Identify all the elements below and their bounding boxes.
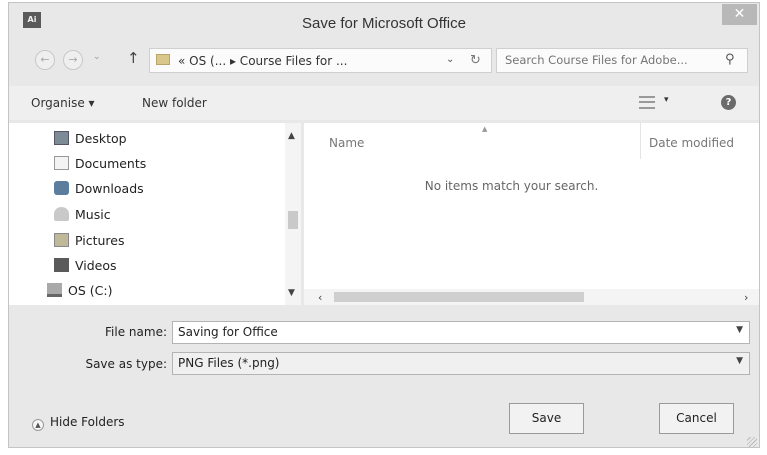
file-list: Name ▲ Date modified No items match your…	[304, 123, 759, 305]
address-bar[interactable]: « OS (... ▸ Course Files for ... ⌄ ↻	[149, 48, 492, 73]
save-as-type-select[interactable]: PNG Files (*.png) ▼	[172, 352, 750, 375]
nav-item-label: Pictures	[75, 233, 125, 248]
collapse-icon: ▲	[32, 419, 44, 431]
file-name-dropdown-icon[interactable]: ▼	[736, 325, 743, 335]
nav-item-videos[interactable]: Videos	[54, 258, 117, 278]
scroll-up-icon[interactable]: ▲	[288, 131, 295, 141]
nav-item-label: Videos	[75, 258, 117, 273]
back-button[interactable]: ←	[35, 50, 55, 70]
nav-item-os-drive[interactable]: OS (C:)	[47, 283, 112, 303]
save-as-type-label: Save as type:	[85, 357, 167, 371]
horizontal-scrollbar[interactable]: ‹ ›	[304, 289, 759, 305]
cancel-button[interactable]: Cancel	[659, 403, 734, 434]
column-header-name[interactable]: Name	[329, 136, 364, 150]
nav-item-music[interactable]: Music	[54, 207, 111, 227]
search-icon[interactable]: ⚲	[725, 52, 735, 67]
hide-folders-label: Hide Folders	[50, 415, 125, 429]
column-divider[interactable]	[640, 123, 641, 159]
folder-icon	[156, 54, 170, 65]
address-path[interactable]: « OS (... ▸ Course Files for ...	[178, 54, 347, 68]
nav-item-label: Music	[75, 207, 111, 222]
nav-item-documents[interactable]: Documents	[54, 156, 146, 176]
view-dropdown-icon[interactable]: ▾	[664, 95, 669, 105]
music-icon	[54, 207, 69, 221]
save-as-type-value[interactable]: PNG Files (*.png)	[178, 356, 280, 370]
recent-locations-icon[interactable]: ⌄	[93, 52, 101, 62]
nav-item-label: Downloads	[75, 181, 144, 196]
search-input[interactable]	[505, 53, 717, 67]
pictures-icon	[54, 233, 69, 247]
help-icon[interactable]: ?	[721, 95, 736, 110]
file-name-label: File name:	[105, 325, 167, 339]
nav-item-label: Documents	[75, 156, 147, 171]
desktop-icon	[54, 131, 69, 145]
title-bar: Ai Save for Microsoft Office ✕	[9, 3, 759, 43]
dialog-title: Save for Microsoft Office	[302, 15, 466, 32]
nav-item-pictures[interactable]: Pictures	[54, 233, 125, 253]
up-button[interactable]: ↑	[127, 49, 140, 67]
search-box[interactable]: ⚲	[496, 48, 748, 73]
nav-item-desktop[interactable]: Desktop	[54, 131, 127, 151]
file-name-value[interactable]: Saving for Office	[178, 325, 278, 339]
resize-grip-icon[interactable]	[747, 437, 757, 447]
new-folder-button[interactable]: New folder	[142, 96, 207, 110]
save-button[interactable]: Save	[509, 403, 584, 434]
nav-item-label: OS (C:)	[68, 283, 113, 298]
close-button[interactable]: ✕	[722, 4, 757, 25]
column-header-date-modified[interactable]: Date modified	[649, 136, 734, 150]
navigation-scrollbar[interactable]: ▲ ▼	[285, 123, 301, 305]
drive-icon	[47, 283, 62, 297]
address-dropdown-icon[interactable]: ⌄	[446, 54, 454, 65]
scrollbar-thumb[interactable]	[288, 211, 298, 229]
scroll-left-icon[interactable]: ‹	[318, 291, 322, 304]
file-name-field[interactable]: Saving for Office ▼	[172, 321, 750, 344]
refresh-button[interactable]: ↻	[470, 53, 481, 68]
nav-item-label: Desktop	[75, 131, 127, 146]
save-dialog: Ai Save for Microsoft Office ✕ ← → ⌄ ↑ «…	[8, 2, 760, 448]
scroll-right-icon[interactable]: ›	[744, 291, 748, 304]
save-as-type-dropdown-icon[interactable]: ▼	[736, 356, 743, 366]
downloads-icon	[54, 181, 69, 195]
command-bar: Organise ▾ New folder ▾ ?	[9, 86, 759, 120]
view-options-icon[interactable]	[639, 96, 655, 109]
scroll-down-icon[interactable]: ▼	[288, 288, 295, 298]
organise-menu[interactable]: Organise ▾	[31, 96, 95, 110]
address-row: ← → ⌄ ↑ « OS (... ▸ Course Files for ...…	[9, 47, 759, 77]
empty-message: No items match your search.	[424, 179, 599, 193]
videos-icon	[54, 258, 69, 272]
nav-item-downloads[interactable]: Downloads	[54, 181, 144, 201]
forward-button[interactable]: →	[63, 50, 83, 70]
hide-folders-toggle[interactable]: ▲ Hide Folders	[32, 415, 125, 431]
horizontal-scrollbar-thumb[interactable]	[334, 292, 584, 302]
sort-indicator-icon: ▲	[482, 125, 488, 133]
navigation-pane: Desktop Documents Downloads Music Pictur…	[9, 123, 301, 305]
documents-icon	[54, 156, 69, 170]
